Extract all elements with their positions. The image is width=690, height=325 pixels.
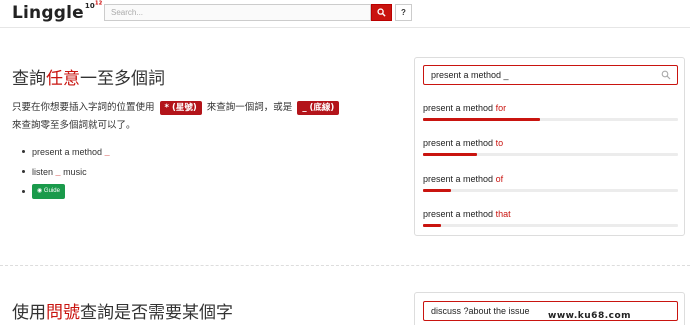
top-navbar: Linggle1012 Search... ? <box>0 0 690 28</box>
frequency-bar-fill <box>423 153 477 156</box>
title-highlight: 任意 <box>46 69 80 89</box>
result-prefix: present a method <box>423 138 494 148</box>
result-word: of <box>495 174 504 184</box>
title-part: 查詢 <box>12 69 46 89</box>
result-prefix: present a method <box>423 103 494 113</box>
frequency-bar <box>423 224 678 227</box>
wildcard-symbol: _ <box>104 147 110 157</box>
logo-version-number: 10 <box>84 2 96 11</box>
title-part: 查詢是否需要某個字 <box>80 303 233 323</box>
example-text: music <box>63 167 87 177</box>
list-item: ◉ Guide <box>22 184 110 206</box>
result-row[interactable]: present a method that <box>423 209 678 227</box>
search-icon <box>661 70 671 80</box>
desc-text: 來查詢零至多個詞就可以了。 <box>12 120 136 131</box>
example-query-text: discuss ?about the issue <box>431 306 530 316</box>
guide-button[interactable]: ◉ Guide <box>32 184 65 199</box>
example-query-text: present a method _ <box>431 70 509 80</box>
logo-text: Linggle <box>12 3 84 23</box>
section-title-question: 使用問號查詢是否需要某個字 <box>12 298 233 323</box>
result-row[interactable]: present a method of <box>423 174 678 192</box>
example-text: listen <box>32 167 54 177</box>
underscore-tag: _ (底線) <box>297 101 340 115</box>
search-placeholder: Search... <box>111 8 144 17</box>
help-button[interactable]: ? <box>395 4 412 21</box>
guide-label: Guide <box>43 188 60 194</box>
section-title-wildcard: 查詢任意一至多個詞 <box>12 64 165 89</box>
logo-version-small: 12 <box>95 1 103 8</box>
frequency-bar-fill <box>423 118 541 121</box>
frequency-bar-fill <box>423 224 441 227</box>
result-prefix: present a method <box>423 174 494 184</box>
frequency-bar <box>423 118 678 121</box>
section-description: 只要在你想要插入字詞的位置使用 * (星號) 來查詢一個詞，或是 _ (底線) … <box>12 99 392 135</box>
section-divider <box>0 265 690 266</box>
title-part: 使用 <box>12 303 46 323</box>
frequency-bar-fill <box>423 189 452 192</box>
example-query-input[interactable]: present a method _ <box>423 65 678 85</box>
desc-text: 來查詢一個詞，或是 <box>206 102 293 113</box>
result-row[interactable]: present a method for <box>423 103 678 121</box>
result-row[interactable]: present a method to <box>423 138 678 156</box>
result-word: that <box>495 209 511 219</box>
search-icon <box>377 8 386 17</box>
star-tag: * (星號) <box>159 101 202 115</box>
frequency-bar <box>423 153 678 156</box>
watermark: www.ku68.com <box>548 311 632 321</box>
title-highlight: 問號 <box>46 303 80 323</box>
list-item[interactable]: present a method _ <box>22 146 110 166</box>
list-item[interactable]: listen _ music <box>22 166 110 186</box>
example-list: present a method _ listen _ music ◉ Guid… <box>22 146 110 206</box>
play-circle-icon: ◉ <box>37 188 43 194</box>
desc-text: 只要在你想要插入字詞的位置使用 <box>12 102 155 113</box>
example-text: present a method <box>32 147 103 157</box>
logo-version: 1012 <box>84 1 103 11</box>
frequency-bar <box>423 189 678 192</box>
result-prefix: present a method <box>423 209 494 219</box>
linggle-logo[interactable]: Linggle1012 <box>12 1 103 23</box>
example-result-panel: present a method _ present a method for … <box>414 57 685 236</box>
help-label: ? <box>401 8 406 17</box>
search-button[interactable] <box>371 4 392 21</box>
title-part: 一至多個詞 <box>80 69 165 89</box>
search-input[interactable]: Search... <box>104 4 371 21</box>
result-word: for <box>495 103 507 113</box>
result-word: to <box>495 138 504 148</box>
wildcard-symbol: _ <box>55 167 61 177</box>
